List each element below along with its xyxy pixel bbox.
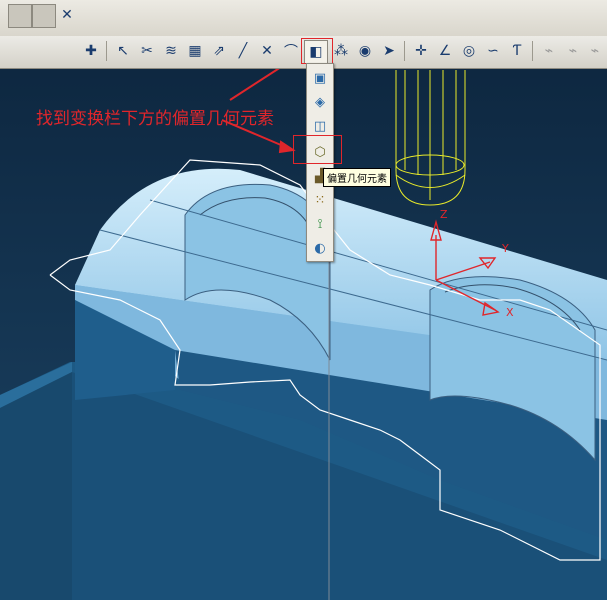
text-icon[interactable]: Ƭ: [506, 40, 528, 62]
tooltip: 偏置几何元素: [323, 168, 391, 187]
mirror-icon[interactable]: ◫: [310, 116, 330, 136]
angle-icon[interactable]: ∠: [434, 40, 456, 62]
annotation-text: 找到变换栏下方的偏置几何元素: [36, 109, 274, 129]
tool-button-1[interactable]: [8, 4, 32, 28]
top-toolbar: ✕: [0, 0, 607, 37]
project-icon[interactable]: ➤: [378, 40, 400, 62]
disabled-tool-2: ⌁: [568, 43, 578, 59]
project-icon[interactable]: ◐: [310, 238, 330, 258]
disabled-tool-3: ⌁: [590, 43, 600, 59]
curve-icon[interactable]: ≋: [160, 40, 182, 62]
scissors-icon[interactable]: ✂: [136, 40, 158, 62]
tool-button-2[interactable]: [32, 4, 56, 28]
trim-icon[interactable]: ✕: [256, 40, 278, 62]
3d-viewport[interactable]: Z Y X: [0, 0, 607, 600]
pattern-icon[interactable]: ⟟: [310, 214, 330, 234]
fillet-icon[interactable]: ⌒: [280, 40, 302, 62]
move-icon[interactable]: ▣: [310, 68, 330, 88]
axis-y-label: Y: [501, 242, 509, 255]
select-icon[interactable]: ↖: [112, 40, 134, 62]
axis-z-label: Z: [440, 208, 448, 221]
add-icon[interactable]: ✚: [80, 40, 102, 62]
view-icon[interactable]: ◉: [354, 40, 376, 62]
circle-icon[interactable]: ◎: [458, 40, 480, 62]
line-icon[interactable]: ╱: [232, 40, 254, 62]
close-icon[interactable]: ✕: [56, 4, 78, 26]
rotate-icon[interactable]: ◈: [310, 92, 330, 112]
spline-icon[interactable]: ∽: [482, 40, 504, 62]
toolbar-highlight: [301, 38, 333, 64]
point-icon[interactable]: ✛: [410, 40, 432, 62]
measure-icon[interactable]: ⇗: [208, 40, 230, 62]
array-icon[interactable]: ⁂: [330, 40, 352, 62]
axis-x-label: X: [506, 306, 514, 319]
array-icon[interactable]: ⁙: [310, 190, 330, 210]
disabled-tool-1: ⌁: [544, 43, 554, 59]
dropdown-highlight: [293, 135, 342, 164]
table-icon[interactable]: ▦: [184, 40, 206, 62]
